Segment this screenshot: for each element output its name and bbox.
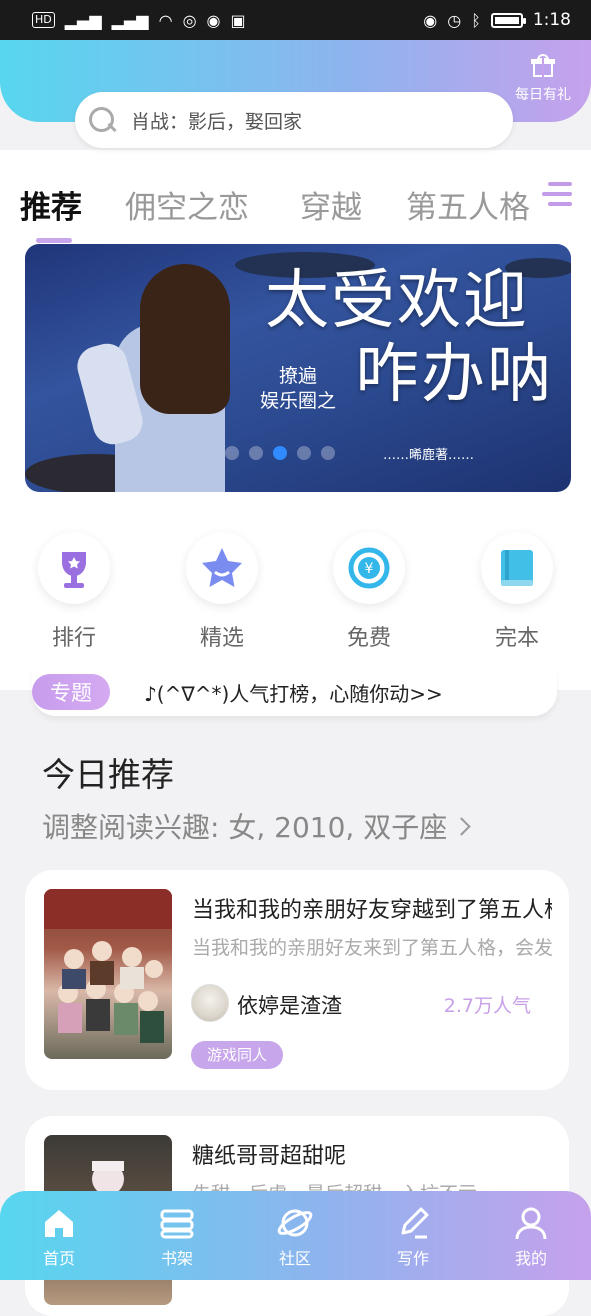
book-cover	[44, 889, 172, 1059]
bluetooth-icon: ᛒ	[471, 10, 481, 30]
category-free-label: 免费	[346, 626, 391, 651]
nav-home-label: 首页	[42, 1249, 75, 1268]
banner-title-line1: 太受欢迎	[265, 264, 529, 338]
special-topic-badge: 专题	[32, 674, 110, 710]
chat-notification-icon: ◉	[206, 10, 221, 30]
category-tabs: 推荐 佣空之恋 穿越 第五人格	[0, 178, 591, 243]
alarm-icon: ◷	[447, 10, 462, 30]
bookshelf-icon	[157, 1203, 197, 1243]
book-description: 当我和我的亲朋好友来到了第五人格，会发生什么	[192, 937, 552, 959]
book-title: 糖纸哥哥超甜呢	[192, 1144, 347, 1169]
nav-write[interactable]: 写作	[373, 1191, 453, 1269]
nav-profile[interactable]: 我的	[491, 1191, 571, 1269]
nav-home[interactable]: 首页	[19, 1191, 99, 1269]
book-title: 当我和我的亲朋好友穿越到了第五人格	[192, 898, 552, 923]
clock: 1:18	[532, 10, 571, 30]
wifi-icon: ◠	[158, 10, 173, 30]
yuan-coin-icon: ¥	[333, 532, 405, 604]
tab-time-travel[interactable]: 穿越	[300, 182, 362, 227]
carousel-dot[interactable]	[297, 446, 311, 460]
star-icon	[186, 532, 258, 604]
search-bar[interactable]: 肖战：影后，娶回家	[75, 92, 513, 148]
banner-carousel[interactable]: 太受欢迎 咋办呐 撩遍 娱乐圈之 ……晞鹿著……	[25, 244, 571, 492]
gift-icon	[531, 54, 555, 78]
nav-write-label: 写作	[396, 1249, 429, 1268]
category-free[interactable]: ¥ 免费	[331, 532, 407, 652]
carousel-dot[interactable]	[321, 446, 335, 460]
book-author: 依婷是渣渣	[237, 994, 342, 1018]
eye-icon: ◉	[423, 10, 438, 30]
nav-community[interactable]: 社区	[255, 1191, 335, 1269]
daily-gift-label: 每日有礼	[515, 87, 571, 103]
status-bar: HD ▂▄▆ ▂▄▆ ◠ ◎ ◉ ▣ ◉ ◷ ᛒ 1:18	[0, 0, 591, 40]
app-notification-icon: ◎	[182, 10, 197, 30]
hd-indicator: HD	[32, 12, 55, 28]
home-icon	[39, 1203, 79, 1243]
user-icon	[511, 1203, 551, 1243]
category-complete-label: 完本	[494, 626, 539, 651]
banner-title-line2: 咋办呐	[355, 338, 553, 412]
category-featured-label: 精选	[199, 626, 244, 651]
banner-subtitle: 撩遍 娱乐圈之	[260, 364, 336, 414]
carousel-dot[interactable]	[225, 446, 239, 460]
signal-icon-2: ▂▄▆	[111, 10, 149, 30]
carousel-dots	[225, 446, 335, 460]
banner-author: ……晞鹿著……	[383, 448, 475, 463]
reading-interest-link[interactable]: 调整阅读兴趣: 女, 2010, 双子座	[42, 806, 471, 846]
weibo-notification-icon: ▣	[230, 10, 246, 30]
book-genre-tag[interactable]: 游戏同人	[191, 1041, 284, 1069]
daily-gift-button[interactable]: 每日有礼	[511, 54, 575, 104]
category-ranking-label: 排行	[51, 626, 96, 651]
banner-subtitle-line1: 撩遍	[279, 365, 318, 387]
reading-interest-label: 调整阅读兴趣: 女, 2010, 双子座	[42, 811, 448, 844]
svg-text:¥: ¥	[365, 561, 374, 577]
trophy-icon	[38, 532, 110, 604]
book-popularity: 2.7万人气	[443, 995, 531, 1017]
battery-icon	[490, 12, 526, 28]
planet-icon	[275, 1203, 315, 1243]
book-card[interactable]: 当我和我的亲朋好友穿越到了第五人格 当我和我的亲朋好友来到了第五人格，会发生什么…	[25, 870, 569, 1090]
tab-indicator	[36, 238, 72, 243]
search-icon	[87, 105, 117, 135]
special-topic-bar[interactable]: 专题 ♪(^∇^*)人气打榜，心随你动>>	[32, 668, 557, 716]
carousel-dot[interactable]	[249, 446, 263, 460]
nav-profile-label: 我的	[514, 1249, 547, 1268]
category-complete[interactable]: 完本	[479, 532, 555, 652]
search-placeholder: 肖战：影后，娶回家	[131, 110, 303, 133]
pencil-icon	[393, 1203, 433, 1243]
author-avatar	[191, 984, 229, 1022]
tab-yongkong[interactable]: 佣空之恋	[125, 182, 249, 227]
category-ranking[interactable]: 排行	[36, 532, 112, 652]
category-featured[interactable]: 精选	[184, 532, 260, 652]
nav-community-label: 社区	[278, 1249, 311, 1268]
nav-bookshelf-label: 书架	[160, 1249, 193, 1268]
special-topic-text: ♪(^∇^*)人气打榜，心随你动>>	[144, 681, 443, 706]
bottom-navigation: 首页 书架 社区 写作 我的	[0, 1191, 591, 1280]
chevron-right-icon	[452, 817, 471, 836]
banner-subtitle-line2: 娱乐圈之	[260, 390, 337, 412]
tab-recommend[interactable]: 推荐	[20, 182, 82, 227]
menu-icon[interactable]	[542, 180, 576, 210]
nav-bookshelf[interactable]: 书架	[137, 1191, 217, 1269]
section-title: 今日推荐	[42, 755, 174, 794]
signal-icon: ▂▄▆	[64, 10, 102, 30]
book-icon	[481, 532, 553, 604]
carousel-dot-active[interactable]	[273, 446, 287, 460]
tab-identity-v[interactable]: 第五人格	[406, 182, 530, 227]
